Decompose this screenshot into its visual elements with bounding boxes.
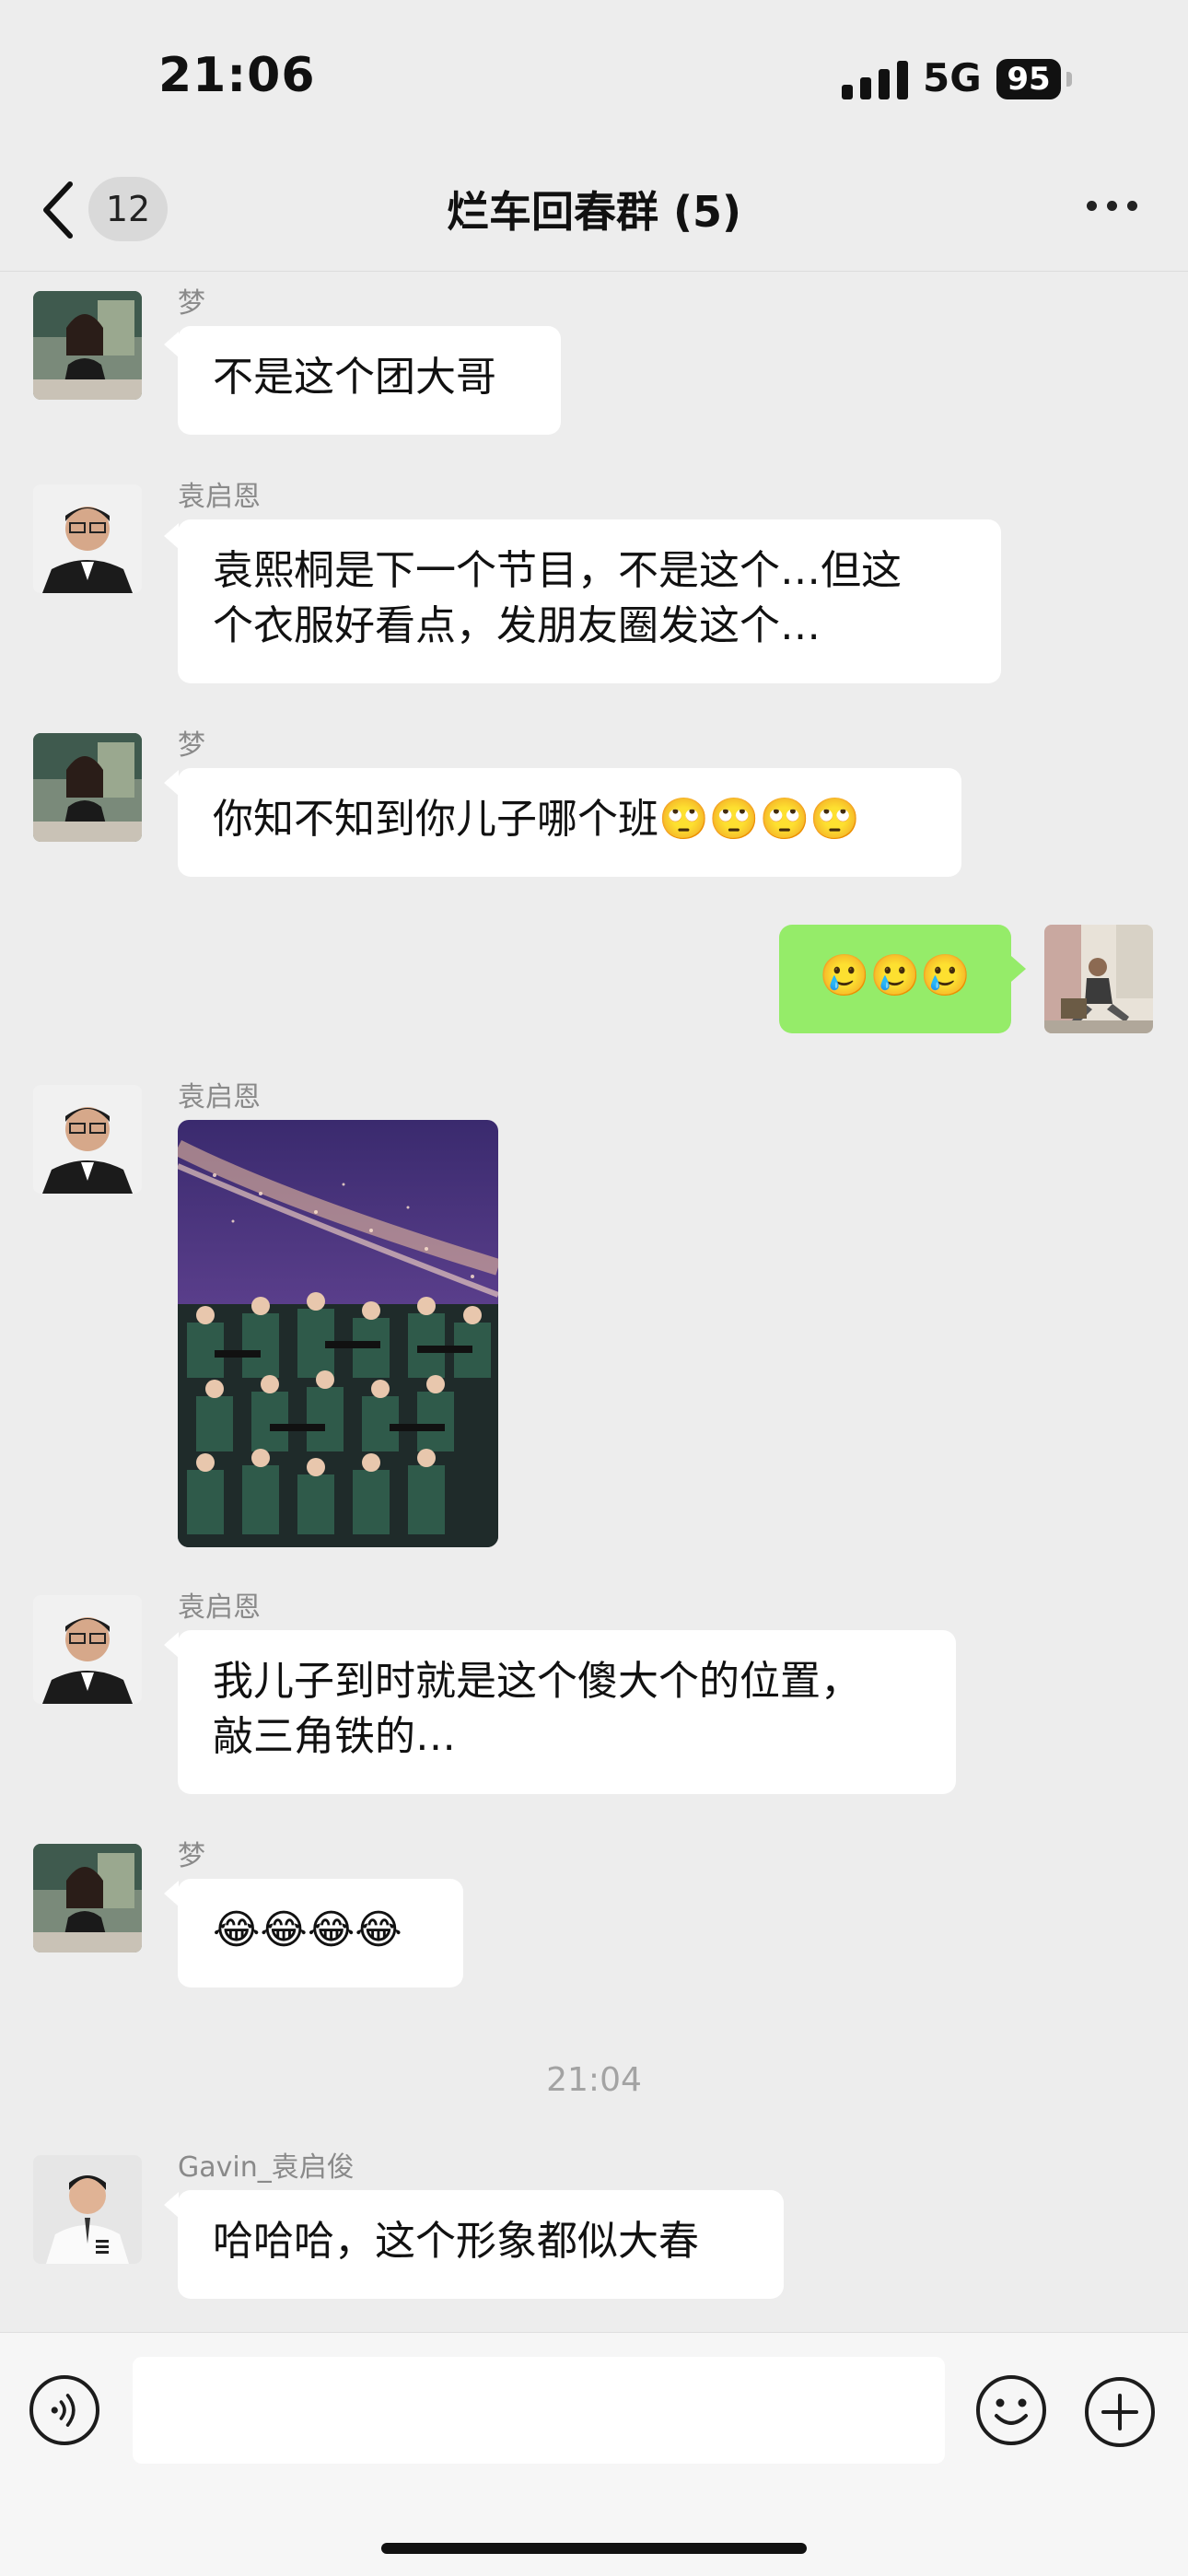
bubble-tail (164, 770, 179, 796)
message-sender: 袁启恩 (178, 1081, 261, 1113)
bubble-tail (164, 523, 179, 549)
message-sender: 梦 (178, 1840, 205, 1872)
battery-tip (1066, 72, 1072, 87)
message-bubble[interactable]: 袁熙桐是下一个节目，不是这个…但这 个衣服好看点，发朋友圈发这个… (178, 519, 1001, 683)
bubble-tail (1011, 956, 1026, 982)
avatar-yuan-qi-en[interactable] (33, 1595, 142, 1704)
message-sender: Gavin_袁启俊 (178, 2151, 355, 2184)
message-sender: 袁启恩 (178, 1591, 261, 1624)
bubble-tail (164, 2192, 179, 2218)
status-time: 21:06 (158, 48, 316, 103)
battery-icon: 95 (996, 59, 1061, 99)
message-bubble[interactable]: 😂😂😂😂 (178, 1879, 463, 1987)
avatar-meng[interactable] (33, 733, 142, 842)
bubble-tail (164, 332, 179, 357)
avatar-gavin[interactable] (33, 2155, 142, 2264)
message-bubble[interactable]: 你知不知到你儿子哪个班🙄🙄🙄🙄 (178, 768, 961, 877)
avatar-meng[interactable] (33, 291, 142, 400)
concert-photo[interactable] (178, 1120, 498, 1547)
home-indicator[interactable] (381, 2543, 807, 2554)
message-bubble[interactable]: 我儿子到时就是这个傻大个的位置， 敲三角铁的… (178, 1630, 956, 1794)
signal-icon (842, 61, 908, 99)
message-input[interactable] (133, 2357, 945, 2464)
my-message-bubble[interactable]: 🥲🥲🥲 (779, 925, 1011, 1033)
message-bubble[interactable]: 不是这个团大哥 (178, 326, 561, 435)
message-bubble[interactable]: 哈哈哈，这个形象都似大春 (178, 2190, 784, 2299)
bubble-tail (164, 1881, 179, 1906)
bubble-tail (164, 1632, 179, 1658)
status-bar: 21:06 5G 95 (0, 0, 1188, 147)
emoji-icon[interactable] (974, 2373, 1048, 2447)
message-sender: 梦 (178, 729, 205, 762)
more-dots-icon[interactable] (1087, 201, 1138, 214)
chat-header: 12 烂车回春群 (5) (0, 147, 1188, 272)
timestamp: 21:04 (546, 2061, 642, 2099)
plus-icon[interactable] (1083, 2375, 1157, 2449)
network-type: 5G (923, 55, 982, 100)
avatar-yuan-qi-en[interactable] (33, 1085, 142, 1194)
message-sender: 袁启恩 (178, 481, 261, 513)
avatar-yuan-qi-en[interactable] (33, 484, 142, 593)
input-bar (0, 2332, 1188, 2576)
avatar-meng[interactable] (33, 1844, 142, 1952)
message-list[interactable]: 梦 不是这个团大哥 袁启恩 袁熙桐是下一个节目，不是这个…但这 个衣服好看点，发… (0, 273, 1188, 2332)
avatar-me[interactable] (1044, 925, 1153, 1033)
voice-icon[interactable] (29, 2375, 99, 2445)
message-sender: 梦 (178, 287, 205, 320)
chat-title: 烂车回春群 (5) (446, 187, 742, 237)
